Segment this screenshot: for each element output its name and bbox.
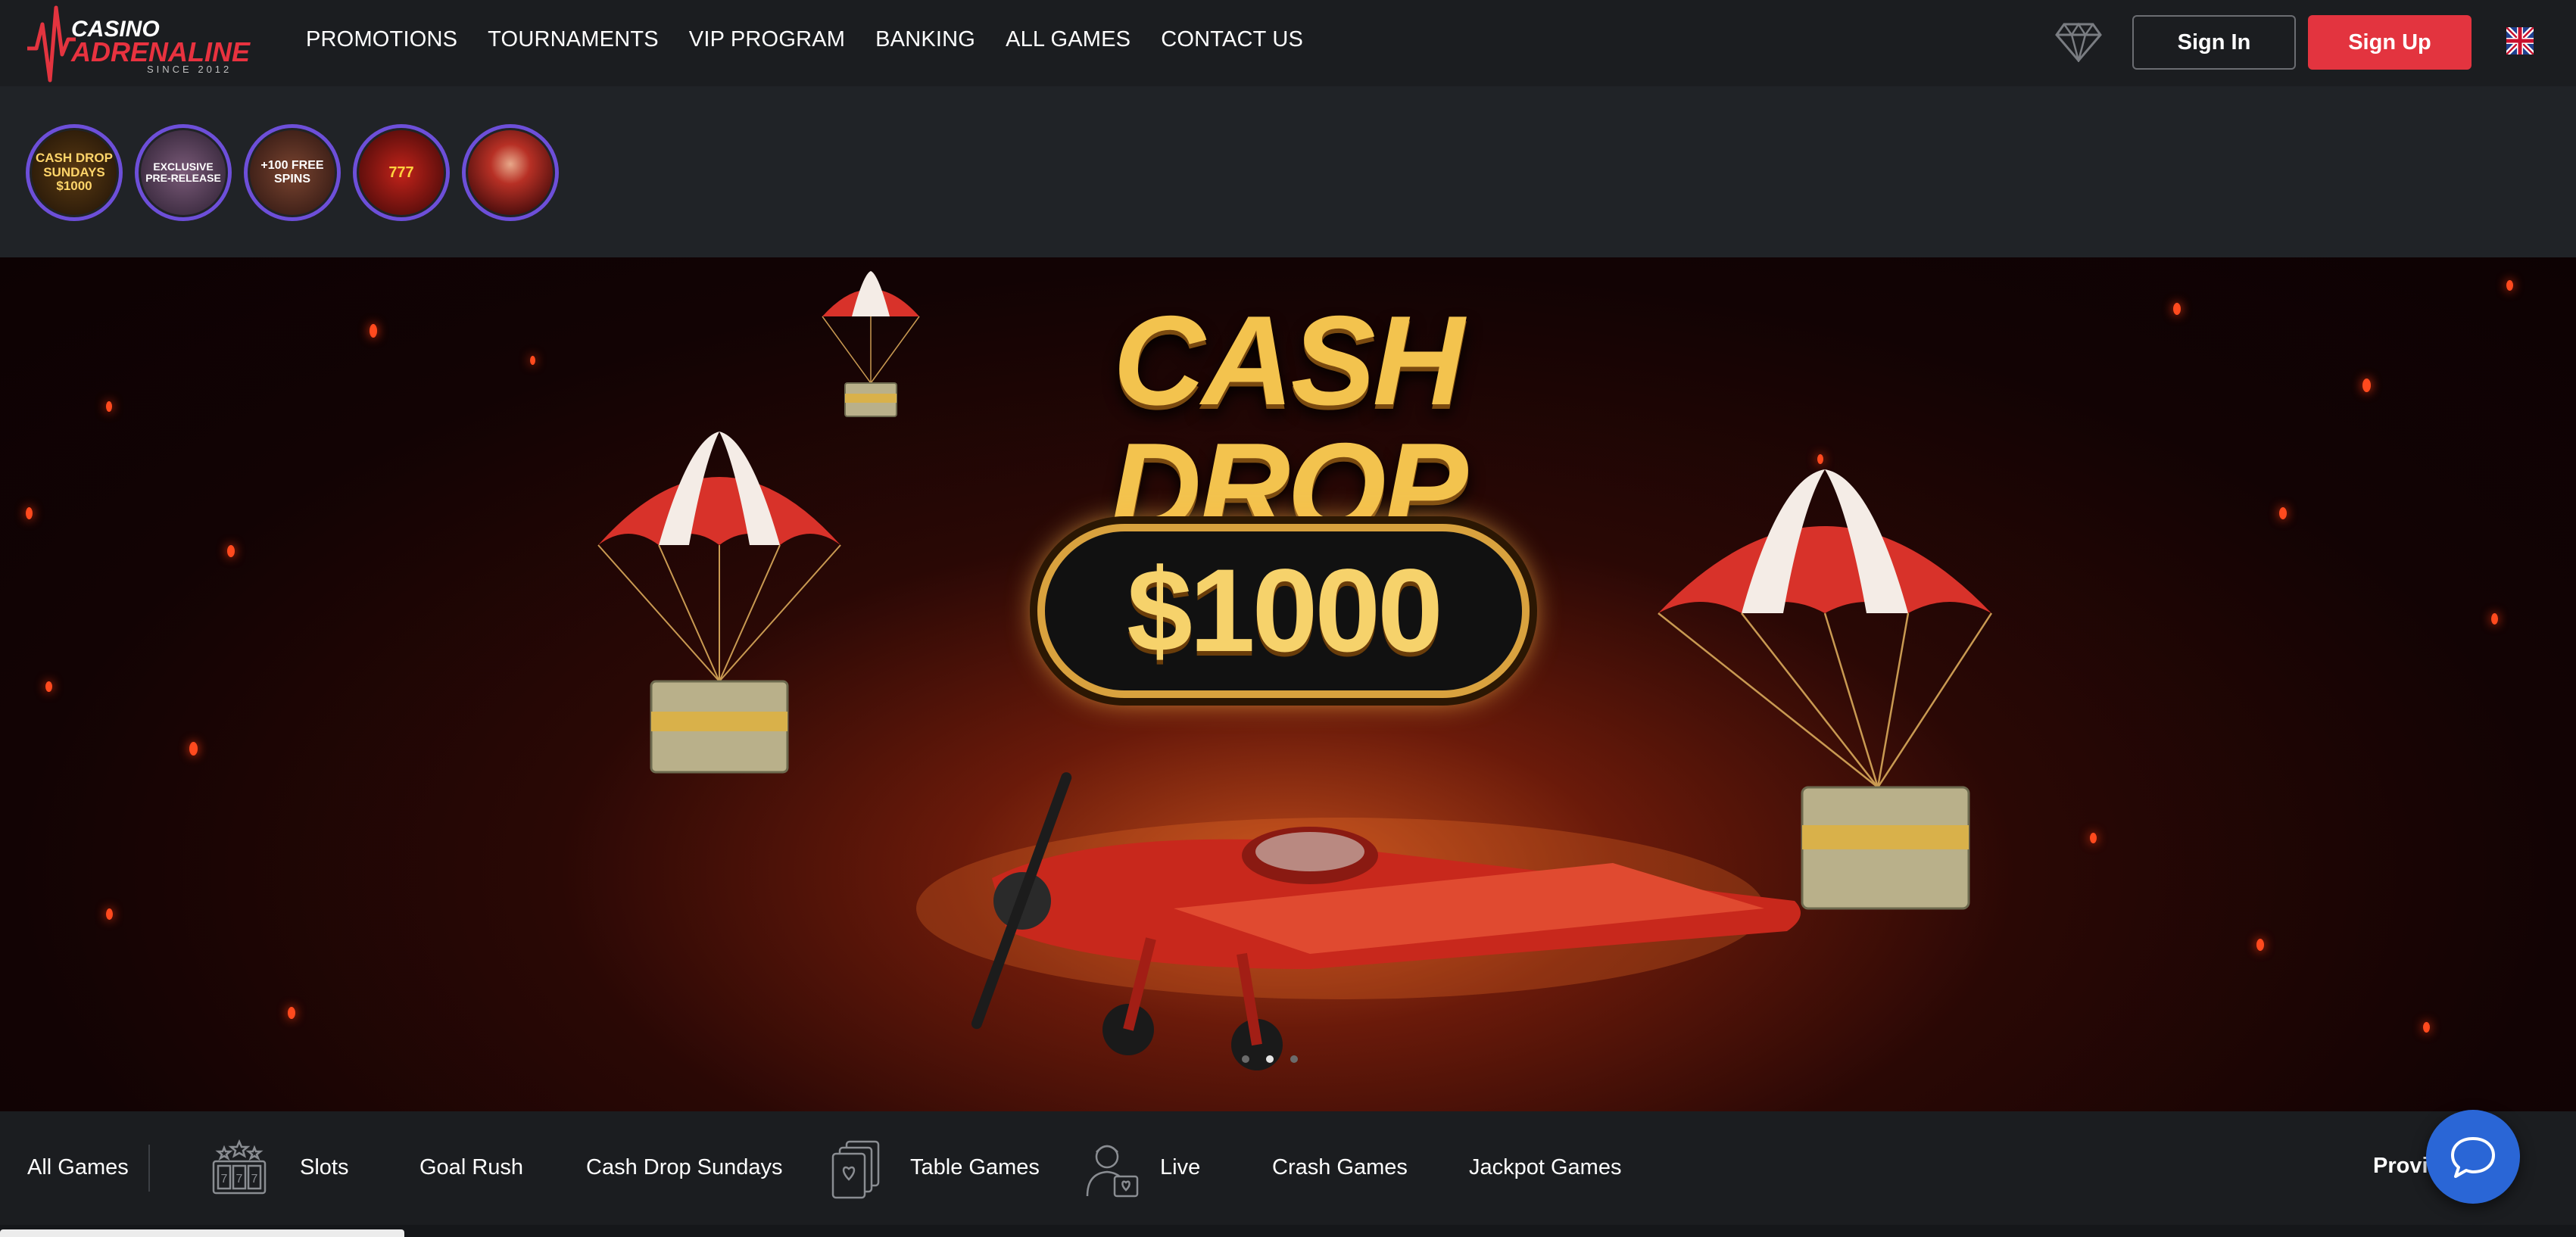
nav-banking[interactable]: BANKING [875,27,975,52]
ember-particle [2362,379,2371,392]
ember-particle [189,742,198,756]
category-divider [148,1145,150,1192]
promo-stories-row: CASH DROP SUNDAYS $1000 EXCLUSIVE PRE-RE… [0,86,2576,257]
nav-promotions[interactable]: PROMOTIONS [306,27,457,52]
nav-vip-program[interactable]: VIP PROGRAM [689,27,845,52]
chat-bubble-icon [2451,1137,2495,1178]
ember-particle [1817,454,1823,464]
hero-prize-amount: $1000 [1127,544,1443,677]
carousel-dot[interactable] [1290,1055,1298,1063]
sign-up-button[interactable]: Sign Up [2308,15,2472,70]
ember-particle [106,401,112,412]
ember-particle [106,908,113,920]
category-goal-rush[interactable]: Goal Rush [419,1155,523,1180]
ember-particle [2256,939,2264,951]
ember-particle [2279,507,2287,519]
game-category-bar: All Games 7 7 7 Slots Goal Rush Cash Dro… [0,1111,2576,1225]
hero-banner[interactable]: CASH DROP SUNDAYS $1000 [0,257,2576,1111]
ember-particle [2423,1022,2430,1033]
category-table-games[interactable]: Table Games [910,1155,1040,1180]
dealer-icon[interactable] [1084,1139,1140,1199]
parachute-small [822,271,920,417]
ember-particle [2090,833,2097,843]
uk-flag-icon[interactable] [2506,27,2534,55]
story-free-spins[interactable]: +100 FREE SPINS [244,124,341,221]
nav-tournaments[interactable]: TOURNAMENTS [488,27,659,52]
story-label: 777 [359,130,444,215]
hero-prize-badge: $1000 [1037,524,1530,698]
ember-particle [227,545,235,557]
cards-icon[interactable] [830,1139,883,1199]
category-crash-games[interactable]: Crash Games [1272,1155,1408,1180]
carousel-dot[interactable] [1242,1055,1249,1063]
sign-in-button[interactable]: Sign In [2132,15,2296,70]
parachute-cash-left [597,432,841,774]
carousel-dot-active[interactable] [1266,1055,1274,1063]
story-exclusive[interactable]: EXCLUSIVE PRE-RELEASE [135,124,232,221]
story-label: +100 FREE SPINS [250,130,335,215]
live-chat-button[interactable] [2426,1110,2520,1204]
category-all-games[interactable]: All Games [27,1155,129,1180]
diamond-icon[interactable] [2055,21,2102,62]
nav-contact-us[interactable]: CONTACT US [1161,27,1303,52]
ember-particle [26,507,33,519]
carousel-dots [1242,1055,1298,1063]
casino-logo[interactable]: CASINO ADRENALINE SINCE 2012 [26,2,250,83]
ember-particle [2491,613,2498,625]
category-cash-drop-sundays[interactable]: Cash Drop Sundays [586,1155,783,1180]
category-slots[interactable]: Slots [300,1155,348,1180]
story-label [468,130,553,215]
red-airplane [916,772,1801,1070]
ember-particle [530,356,535,365]
ember-particle [288,1007,295,1019]
story-label: CASH DROP SUNDAYS $1000 [32,130,117,215]
story-slot-machine[interactable]: 777 [353,124,450,221]
svg-text:7: 7 [221,1173,228,1186]
ember-particle [45,681,52,692]
logo-tagline: SINCE 2012 [147,64,232,75]
story-hostess[interactable] [462,124,559,221]
ember-particle [2173,303,2181,315]
scroll-indicator[interactable] [0,1229,404,1237]
story-cash-drop[interactable]: CASH DROP SUNDAYS $1000 [26,124,123,221]
category-jackpot-games[interactable]: Jackpot Games [1469,1155,1621,1180]
top-header: CASINO ADRENALINE SINCE 2012 PROMOTIONS … [0,0,2576,86]
hero-title-line1: CASH DROP [1109,289,1467,559]
story-label: EXCLUSIVE PRE-RELEASE [141,130,226,215]
ember-particle [370,324,377,338]
slot-machine-icon[interactable]: 7 7 7 [211,1139,268,1196]
svg-text:7: 7 [251,1173,258,1186]
category-live[interactable]: Live [1160,1155,1200,1180]
ember-particle [2506,280,2513,291]
main-nav: PROMOTIONS TOURNAMENTS VIP PROGRAM BANKI… [306,27,1333,52]
svg-text:7: 7 [236,1173,243,1186]
nav-all-games[interactable]: ALL GAMES [1006,27,1131,52]
